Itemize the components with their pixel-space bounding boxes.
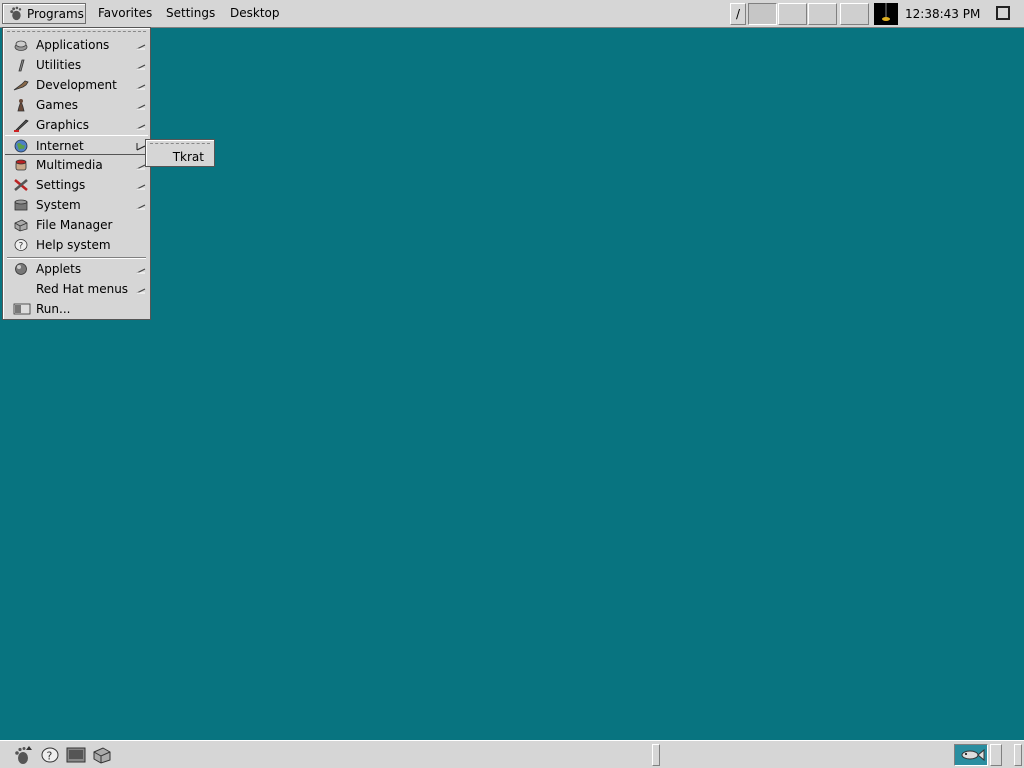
pager-handle-glyph: / bbox=[735, 7, 741, 21]
lamp-icon bbox=[882, 3, 890, 21]
svg-text:?: ? bbox=[47, 750, 53, 763]
gnome-foot-icon bbox=[10, 6, 22, 21]
menu-item-label: Tkrat bbox=[172, 150, 204, 164]
multimedia-icon bbox=[15, 159, 27, 171]
menu-item-label: Help system bbox=[36, 238, 111, 252]
menu-item-development[interactable]: Development bbox=[5, 75, 148, 95]
fish-applet-icon bbox=[961, 748, 985, 762]
help-icon: ? bbox=[41, 747, 59, 763]
submenu-arrow-icon bbox=[136, 64, 146, 70]
submenu-arrow-icon bbox=[136, 104, 146, 110]
menu-item-run[interactable]: Run... bbox=[5, 299, 148, 319]
fish-applet[interactable] bbox=[954, 744, 988, 766]
menu-item-red-hat-menus[interactable]: Red Hat menus bbox=[5, 279, 148, 299]
help-icon: ? bbox=[14, 239, 28, 252]
settings-tools-icon bbox=[14, 179, 28, 191]
internet-globe-icon bbox=[14, 139, 28, 153]
applet-drag-handle[interactable] bbox=[990, 744, 1002, 766]
menu-item-label: Settings bbox=[36, 178, 86, 192]
menu-item-label: Multimedia bbox=[36, 158, 103, 172]
menu-item-utilities[interactable]: Utilities bbox=[5, 55, 148, 75]
submenu-arrow-icon bbox=[136, 204, 146, 210]
menu-item-graphics[interactable]: Graphics bbox=[5, 115, 148, 135]
panel-hide-button[interactable] bbox=[1014, 744, 1022, 766]
menu-item-label: Run... bbox=[36, 302, 71, 316]
menu-item-label: Graphics bbox=[36, 118, 89, 132]
menu-item-file-manager[interactable]: File Manager bbox=[5, 215, 148, 235]
menu-item-label: Utilities bbox=[36, 58, 82, 72]
internet-submenu: Tkrat bbox=[145, 139, 215, 167]
panel-drag-handle[interactable] bbox=[652, 744, 660, 766]
file-manager-icon bbox=[14, 219, 28, 232]
menu-tearoff[interactable] bbox=[7, 31, 146, 32]
favorites-label: Favorites bbox=[98, 6, 153, 20]
menu-item-multimedia[interactable]: Multimedia bbox=[5, 155, 148, 175]
games-icon bbox=[17, 99, 25, 112]
bottom-panel: ? bbox=[0, 740, 1024, 768]
favorites-menu-button[interactable]: Favorites bbox=[92, 3, 158, 24]
workspace-1[interactable] bbox=[748, 3, 777, 25]
submenu-arrow-icon bbox=[136, 124, 146, 130]
run-icon bbox=[13, 303, 31, 315]
menu-item-label: System bbox=[36, 198, 81, 212]
menu-item-label: Games bbox=[36, 98, 78, 112]
settings-menu-button[interactable]: Settings bbox=[160, 3, 221, 24]
submenu-arrow-icon bbox=[136, 184, 146, 190]
menu-item-label: Applets bbox=[36, 262, 82, 276]
help-launcher[interactable]: ? bbox=[39, 745, 61, 765]
workspace-3[interactable] bbox=[808, 3, 837, 25]
top-panel: Programs Favorites Settings Desktop / 12… bbox=[0, 0, 1024, 28]
menu-item-help-system[interactable]: ? Help system bbox=[5, 235, 148, 255]
menu-item-system[interactable]: System bbox=[5, 195, 148, 215]
submenu-arrow-icon bbox=[136, 84, 146, 90]
applications-icon bbox=[14, 40, 28, 51]
lamp-applet[interactable] bbox=[874, 3, 898, 25]
menu-item-internet[interactable]: Internet bbox=[5, 135, 148, 155]
terminal-launcher[interactable] bbox=[65, 745, 87, 765]
submenu-arrow-icon bbox=[136, 288, 146, 294]
menu-item-games[interactable]: Games bbox=[5, 95, 148, 115]
svg-text:?: ? bbox=[19, 242, 24, 252]
file-manager-launcher[interactable] bbox=[91, 745, 113, 765]
menu-item-tkrat[interactable]: Tkrat bbox=[148, 148, 212, 166]
main-menu-launcher[interactable] bbox=[12, 745, 34, 765]
menu-item-applications[interactable]: Applications bbox=[5, 35, 148, 55]
panel-hide-button[interactable] bbox=[996, 6, 1010, 20]
desktop-menu-button[interactable]: Desktop bbox=[224, 3, 286, 24]
submenu-arrow-icon bbox=[136, 44, 146, 50]
terminal-icon bbox=[66, 747, 86, 763]
desktop-label: Desktop bbox=[230, 6, 280, 20]
programs-menu: Applications Utilities Development Games… bbox=[2, 27, 151, 320]
menu-item-label: Internet bbox=[36, 139, 84, 153]
menu-item-label: Red Hat menus bbox=[36, 282, 129, 296]
programs-label: Programs bbox=[27, 7, 84, 21]
graphics-icon bbox=[14, 119, 29, 132]
utilities-icon bbox=[18, 59, 25, 72]
settings-label: Settings bbox=[166, 6, 216, 20]
system-icon bbox=[14, 199, 28, 211]
menu-item-applets[interactable]: Applets bbox=[5, 259, 148, 279]
menu-item-label: Applications bbox=[36, 38, 110, 52]
file-manager-icon bbox=[93, 747, 111, 764]
menu-tearoff[interactable] bbox=[150, 143, 210, 144]
applets-icon bbox=[15, 263, 27, 275]
workspace-2[interactable] bbox=[778, 3, 807, 25]
gnome-foot-icon bbox=[15, 746, 32, 764]
menu-item-label: Development bbox=[36, 78, 117, 92]
development-icon bbox=[13, 80, 29, 91]
pager-drag-handle[interactable]: / bbox=[730, 3, 746, 25]
programs-menu-button[interactable]: Programs bbox=[2, 3, 86, 24]
menu-item-label: File Manager bbox=[36, 218, 113, 232]
submenu-arrow-icon bbox=[136, 268, 146, 274]
menu-item-settings[interactable]: Settings bbox=[5, 175, 148, 195]
tasklist[interactable] bbox=[662, 744, 948, 766]
clock[interactable]: 12:38:43 PM bbox=[905, 5, 980, 23]
workspace-4[interactable] bbox=[840, 3, 869, 25]
